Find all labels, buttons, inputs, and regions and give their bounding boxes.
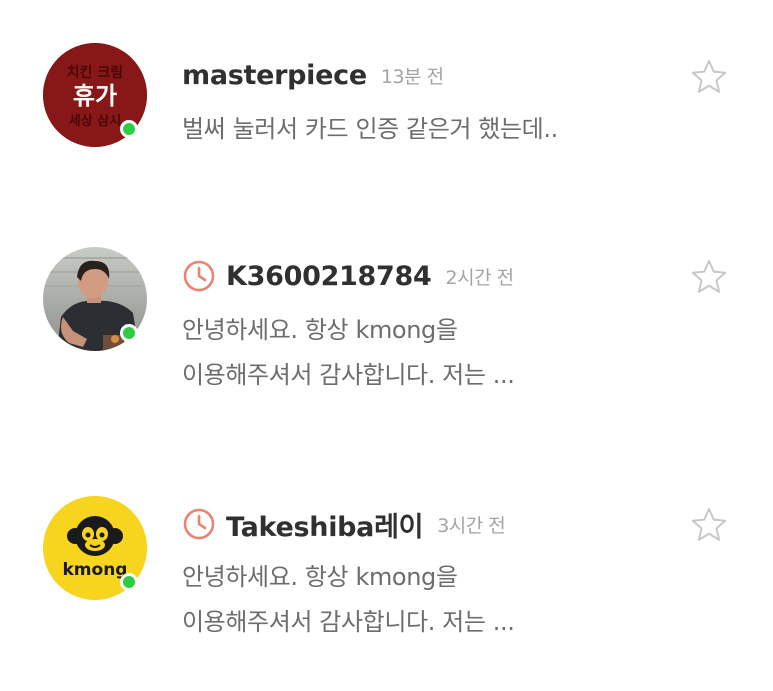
- star-icon[interactable]: [690, 258, 728, 296]
- online-status-dot: [120, 573, 138, 591]
- message-preview: 벌써 눌러서 카드 인증 같은거 했는데..: [182, 107, 652, 152]
- avatar-text-bottom: 세상 삼시: [69, 113, 121, 129]
- star-icon[interactable]: [690, 58, 728, 96]
- timestamp: 3시간 전: [437, 514, 506, 537]
- avatar: [43, 247, 147, 351]
- user-name: masterpiece: [182, 59, 367, 91]
- online-status-dot: [120, 324, 138, 342]
- message-preview-line: 이용해주셔서 감사합니다. 저는 ...: [182, 608, 515, 636]
- message-preview: 안녕하세요. 항상 kmong을 이용해주셔서 감사합니다. 저는 ...: [182, 555, 652, 645]
- avatar-text-top: 치킨 크림: [67, 64, 123, 81]
- kmong-logo-text: kmong: [63, 560, 128, 580]
- chat-list-item[interactable]: K3600218784 2시간 전 안녕하세요. 항상 kmong을 이용해주셔…: [0, 200, 773, 440]
- user-name: K3600218784: [226, 260, 432, 292]
- star-icon[interactable]: [690, 506, 728, 544]
- clock-icon: [183, 508, 215, 540]
- message-preview-line: 안녕하세요. 항상 kmong을: [182, 316, 458, 344]
- avatar: 치킨 크림 휴가 세상 삼시: [43, 43, 147, 147]
- chat-title-row: Takeshiba레이 3시간 전: [182, 504, 506, 544]
- message-preview-line: 이용해주셔서 감사합니다. 저는 ...: [182, 361, 515, 389]
- avatar-text-main: 휴가: [73, 82, 117, 110]
- clock-icon: [183, 260, 215, 292]
- chat-title-row: masterpiece 13분 전: [182, 55, 444, 95]
- user-name: Takeshiba레이: [226, 511, 424, 543]
- message-preview-line: 벌써 눌러서 카드 인증 같은거 했는데..: [182, 115, 558, 143]
- chat-list-item[interactable]: 치킨 크림 휴가 세상 삼시 masterpiece 13분 전 벌써 눌러서 …: [0, 0, 773, 200]
- online-status-dot: [120, 120, 138, 138]
- chat-title-row: K3600218784 2시간 전: [182, 256, 514, 296]
- message-preview-line: 안녕하세요. 항상 kmong을: [182, 563, 458, 591]
- avatar: kmong: [43, 496, 147, 600]
- message-preview: 안녕하세요. 항상 kmong을 이용해주셔서 감사합니다. 저는 ...: [182, 308, 652, 398]
- timestamp: 13분 전: [380, 65, 444, 88]
- chat-list-item[interactable]: kmong Takeshiba레이 3시간 전 안녕하세요. 항상 kmong을…: [0, 440, 773, 691]
- timestamp: 2시간 전: [445, 266, 515, 289]
